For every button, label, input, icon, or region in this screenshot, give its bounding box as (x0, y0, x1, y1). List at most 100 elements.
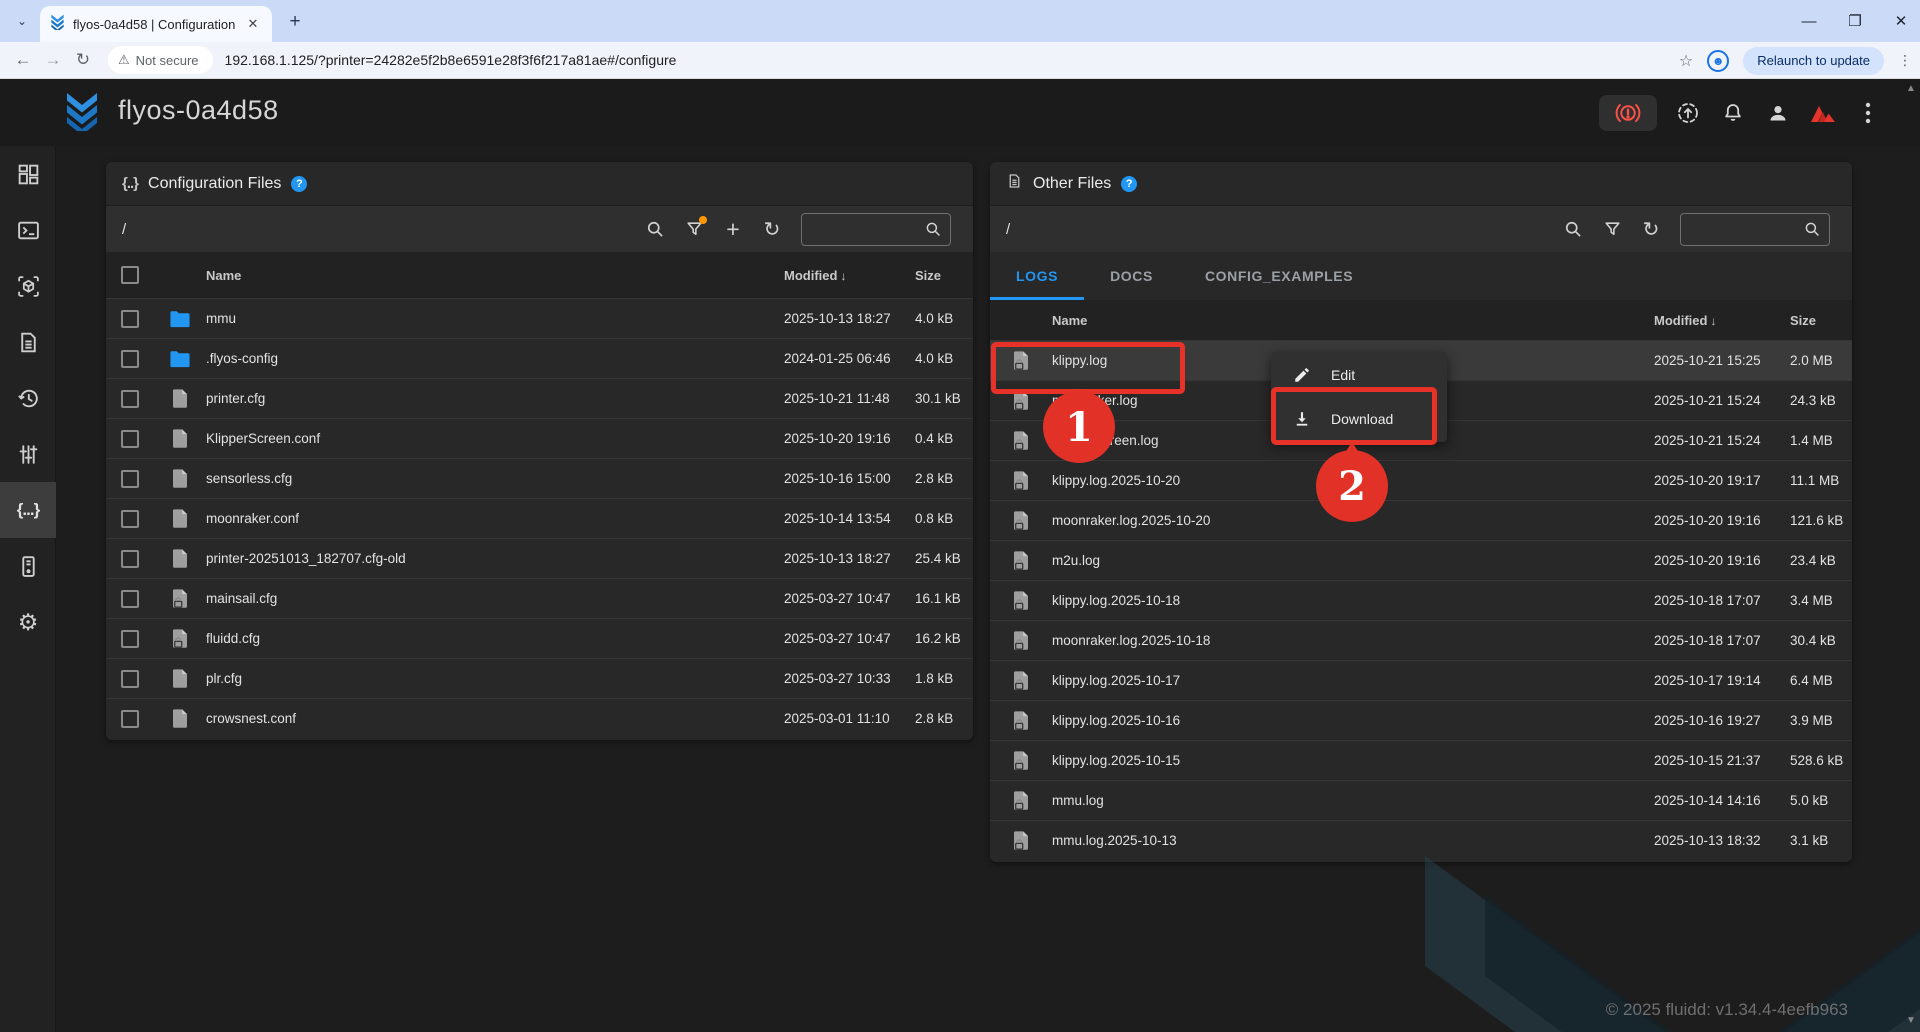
bookmark-star-icon[interactable]: ☆ (1679, 51, 1693, 71)
row-checkbox[interactable] (121, 510, 139, 528)
refresh-icon[interactable]: ↻ (1636, 214, 1666, 244)
table-row[interactable]: mainsail.cfg 2025-03-27 10:47 16.1 kB (106, 578, 973, 618)
scroll-up-icon[interactable]: ▲ (1906, 83, 1916, 94)
table-row[interactable]: KlipperScreen.conf 2025-10-20 19:16 0.4 … (106, 418, 973, 458)
sidebar-item-settings[interactable]: ⚙ (0, 594, 56, 650)
sidebar-item-console[interactable] (0, 202, 56, 258)
row-checkbox[interactable] (121, 470, 139, 488)
row-checkbox[interactable] (121, 590, 139, 608)
tab-close-icon[interactable]: ✕ (244, 15, 262, 33)
search-input[interactable] (801, 213, 951, 246)
file-type-icon (154, 428, 206, 449)
table-row[interactable]: moonraker.log.2025-10-18 2025-10-18 17:0… (990, 620, 1852, 660)
sidebar-item-configuration[interactable]: {...} (0, 482, 56, 538)
col-modified-header[interactable]: Modified↓ (1654, 313, 1790, 328)
table-row[interactable]: moonraker.conf 2025-10-14 13:54 0.8 kB (106, 498, 973, 538)
table-row[interactable]: plr.cfg 2025-03-27 10:33 1.8 kB (106, 658, 973, 698)
row-checkbox[interactable] (121, 670, 139, 688)
profile-icon[interactable]: ☻ (1707, 50, 1729, 72)
refresh-icon[interactable]: ↻ (757, 214, 787, 244)
back-button[interactable]: ← (8, 45, 38, 75)
sidebar-item-history[interactable] (0, 370, 56, 426)
table-row[interactable]: fluidd.cfg 2025-03-27 10:47 16.2 kB (106, 618, 973, 658)
sidebar-item-jobs[interactable] (0, 314, 56, 370)
col-size-header[interactable]: Size (915, 268, 973, 283)
col-name-header[interactable]: Name (1052, 313, 1654, 328)
select-all-checkbox[interactable] (121, 266, 139, 284)
breadcrumb[interactable]: / (1006, 221, 1558, 238)
file-modified: 2025-10-13 18:27 (784, 311, 915, 326)
table-row[interactable]: klippy.log.2025-10-15 2025-10-15 21:37 5… (990, 740, 1852, 780)
table-row[interactable]: klippy.log.2025-10-18 2025-10-18 17:07 3… (990, 580, 1852, 620)
add-file-icon[interactable]: + (718, 214, 748, 244)
folder-tab[interactable]: CONFIG_EXAMPLES (1179, 252, 1379, 300)
scroll-down-icon[interactable]: ▼ (1906, 1015, 1916, 1026)
notifications-bell-icon[interactable] (1719, 99, 1747, 127)
col-modified-header[interactable]: Modified↓ (784, 268, 915, 283)
folder-tab[interactable]: DOCS (1084, 252, 1179, 300)
file-size: 11.1 MB (1790, 473, 1852, 488)
table-row[interactable]: .flyos-config 2024-01-25 06:46 4.0 kB (106, 338, 973, 378)
row-checkbox[interactable] (121, 430, 139, 448)
browser-menu-icon[interactable]: ⋮ (1898, 52, 1912, 69)
not-secure-chip[interactable]: ⚠ Not secure (108, 46, 213, 74)
row-checkbox[interactable] (121, 350, 139, 368)
file-modified: 2025-03-27 10:47 (784, 631, 915, 646)
window-close-button[interactable]: ✕ (1892, 12, 1910, 30)
emergency-stop-button[interactable] (1599, 95, 1657, 131)
download-label: Download (1331, 411, 1393, 427)
table-row[interactable]: moonraker.log.2025-10-20 2025-10-20 19:1… (990, 500, 1852, 540)
context-menu-edit[interactable]: Edit (1271, 353, 1447, 397)
file-type-icon (990, 670, 1052, 691)
context-menu-download[interactable]: Download (1271, 397, 1447, 441)
table-row[interactable]: mmu 2025-10-13 18:27 4.0 kB (106, 298, 973, 338)
filter-icon[interactable] (1597, 214, 1627, 244)
window-maximize-button[interactable]: ❐ (1846, 12, 1864, 30)
page-scrollbar[interactable]: ▲ ▼ (1904, 79, 1920, 1032)
browser-tab[interactable]: flyos-0a4d58 | Configuration ✕ (40, 6, 272, 42)
file-modified: 2025-03-27 10:33 (784, 671, 915, 686)
window-minimize-button[interactable]: — (1800, 13, 1818, 30)
new-tab-button[interactable]: + (282, 9, 308, 35)
table-row[interactable]: printer-20251013_182707.cfg-old 2025-10-… (106, 538, 973, 578)
overflow-menu-icon[interactable] (1854, 99, 1882, 127)
help-icon[interactable]: ? (1121, 176, 1137, 192)
row-checkbox[interactable] (121, 390, 139, 408)
sidebar-item-system[interactable] (0, 538, 56, 594)
search-icon[interactable] (1558, 214, 1588, 244)
table-row[interactable]: mmu.log 2025-10-14 14:16 5.0 kB (990, 780, 1852, 820)
row-checkbox[interactable] (121, 630, 139, 648)
sidebar-item-tune[interactable] (0, 426, 56, 482)
help-icon[interactable]: ? (291, 176, 307, 192)
table-row[interactable]: klippy.log.2025-10-20 2025-10-20 19:17 1… (990, 460, 1852, 500)
omnibox[interactable]: ⚠ Not secure 192.168.1.125/?printer=2428… (108, 45, 1668, 75)
sidebar-item-dashboard[interactable] (0, 146, 56, 202)
file-modified: 2025-10-16 15:00 (784, 471, 915, 486)
table-row[interactable]: klippy.log.2025-10-16 2025-10-16 19:27 3… (990, 700, 1852, 740)
table-row[interactable]: mmu.log.2025-10-13 2025-10-13 18:32 3.1 … (990, 820, 1852, 860)
updates-icon[interactable] (1674, 99, 1702, 127)
tab-search-button[interactable]: ⌄ (8, 8, 36, 34)
table-row[interactable]: crowsnest.conf 2025-03-01 11:10 2.8 kB (106, 698, 973, 738)
table-row[interactable]: klippy.log.2025-10-17 2025-10-17 19:14 6… (990, 660, 1852, 700)
relaunch-button[interactable]: Relaunch to update (1743, 47, 1884, 75)
table-row[interactable]: printer.cfg 2025-10-21 11:48 30.1 kB (106, 378, 973, 418)
row-checkbox[interactable] (121, 310, 139, 328)
brand-logo-red[interactable] (1809, 99, 1837, 127)
forward-button[interactable]: → (38, 45, 68, 75)
search-icon[interactable] (640, 214, 670, 244)
sidebar-item-gcode-preview[interactable] (0, 258, 56, 314)
reload-button[interactable]: ↻ (68, 45, 98, 75)
table-row[interactable]: m2u.log 2025-10-20 19:16 23.4 kB (990, 540, 1852, 580)
breadcrumb[interactable]: / (122, 221, 640, 238)
col-size-header[interactable]: Size (1790, 313, 1852, 328)
file-size: 16.2 kB (915, 631, 973, 646)
col-name-header[interactable]: Name (206, 268, 784, 283)
table-row[interactable]: sensorless.cfg 2025-10-16 15:00 2.8 kB (106, 458, 973, 498)
search-input[interactable] (1680, 213, 1830, 246)
row-checkbox[interactable] (121, 710, 139, 728)
filter-icon[interactable] (679, 214, 709, 244)
row-checkbox[interactable] (121, 550, 139, 568)
user-icon[interactable] (1764, 99, 1792, 127)
folder-tab[interactable]: LOGS (990, 252, 1084, 300)
